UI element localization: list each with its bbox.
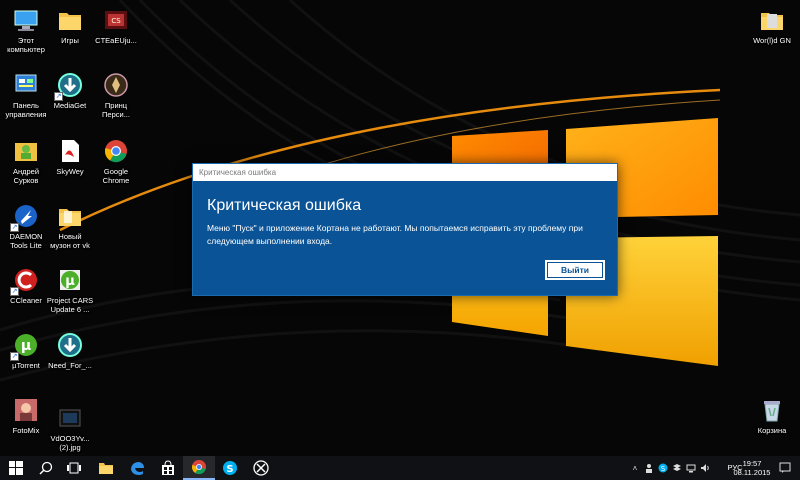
svg-text:µ: µ (65, 274, 75, 289)
utorrent-icon: µ ↗ (10, 331, 40, 361)
chevron-up-icon[interactable]: ˄ (628, 456, 642, 480)
taskbar-store[interactable] (152, 456, 184, 480)
start-icon (9, 461, 23, 475)
taskbar-skype[interactable]: S (214, 456, 246, 480)
desktop-icon-label: DAEMON Tools Lite (9, 232, 43, 250)
desktop-icon-label: Этот компьютер (7, 36, 45, 54)
fotomix-icon (12, 396, 40, 424)
taskbar-xbox[interactable] (245, 456, 277, 480)
folder-icon (56, 202, 84, 230)
desktop-icon-need-for[interactable]: Need_For_... (44, 331, 96, 370)
dialog-message: Меню "Пуск" и приложение Кортана не рабо… (207, 223, 583, 246)
desktop-icon-prince-of-persia[interactable]: Принц Перси... (90, 71, 142, 119)
desktop-icon-label: Google Chrome (102, 167, 130, 185)
user-folder-icon (12, 137, 40, 165)
svg-text:S: S (226, 464, 233, 475)
notification-icon (779, 462, 791, 473)
desktop-icon-label: Принц Перси... (102, 101, 130, 119)
chrome-icon (191, 460, 206, 475)
svg-text:CS: CS (111, 17, 121, 25)
taskbar-clock[interactable]: 19:57 08.11.2015 (732, 459, 772, 477)
sign-out-button[interactable]: Выйти (545, 260, 605, 280)
shortcut-arrow-icon: ↗ (10, 287, 19, 296)
desktop-icon-label: FotoMix (12, 426, 40, 435)
desktop-icon-skywey[interactable]: SkyWey (44, 137, 96, 176)
daemon-tools-icon: ↗ (10, 202, 40, 232)
skype-icon: S (223, 461, 237, 475)
start-button[interactable] (0, 456, 32, 480)
svg-text:S: S (661, 465, 666, 473)
desktop-icon-label: Wor(l)d GN (753, 36, 791, 45)
prince-icon (102, 71, 130, 99)
mediaget-icon (56, 331, 84, 359)
mediaget-icon: ↗ (54, 71, 84, 101)
dropbox-icon[interactable] (670, 456, 684, 480)
volume-icon[interactable] (698, 456, 712, 480)
file-explorer-icon (99, 463, 113, 474)
shortcut-arrow-icon: ↗ (10, 223, 19, 232)
image-file-icon (56, 404, 84, 432)
taskbar: S ˄ S РУС 19:57 08.11.2015 (0, 456, 800, 480)
critical-error-dialog: Критическая ошибка Критическая ошибка Ме… (192, 163, 618, 296)
system-tray: ˄ S (628, 456, 712, 480)
task-view-icon (67, 462, 81, 474)
desktop-icon-label: MediaGet (53, 101, 87, 110)
desktop-icon-world-gn[interactable]: Wor(l)d GN (746, 6, 798, 45)
desktop-icon-label: VdOO3Yv... (2).jpg (50, 434, 90, 452)
svg-text:µ: µ (21, 338, 31, 354)
desktop-icon-label: Панель управления (5, 101, 47, 119)
desktop-icon-label: Андрей Сурков (12, 167, 40, 185)
desktop-icon-label: CCleaner (10, 296, 42, 305)
control-panel-icon (12, 71, 40, 99)
taskbar-file-explorer[interactable] (90, 456, 122, 480)
desktop-icon-label: Новый музон от vk (50, 232, 90, 250)
shortcut-arrow-icon: ↗ (10, 352, 19, 361)
store-icon (162, 460, 174, 475)
people-icon[interactable] (642, 456, 656, 480)
desktop-icon-label: Need_For_... (48, 361, 92, 370)
search-icon (39, 461, 53, 475)
utorrent-icon: µ (56, 266, 84, 294)
desktop-icon-jpg-file[interactable]: VdOO3Yv... (2).jpg (44, 404, 96, 452)
shortcut-arrow-icon: ↗ (54, 92, 63, 101)
recycle-bin-icon (758, 396, 786, 424)
clock-time: 19:57 (742, 459, 762, 468)
desktop-icon-google-chrome[interactable]: Google Chrome (90, 137, 142, 185)
computer-icon (12, 6, 40, 34)
taskbar-edge[interactable] (121, 456, 153, 480)
desktop-icon-label: Корзина (757, 426, 787, 435)
game-icon: CS (102, 6, 130, 34)
xbox-icon (253, 460, 269, 476)
pdf-icon (56, 137, 84, 165)
desktop-icon-new-music-folder[interactable]: Новый музон от vk (44, 202, 96, 250)
network-icon[interactable] (684, 456, 698, 480)
desktop-icon-mediaget[interactable]: ↗ MediaGet (44, 71, 96, 110)
desktop-icon-label: µTorrent (12, 361, 40, 370)
desktop-icon-label: Project CARS Update 6 ... (46, 296, 94, 314)
chrome-icon (102, 137, 130, 165)
desktop-icon-recycle-bin[interactable]: Корзина (746, 396, 798, 435)
taskbar-chrome[interactable] (183, 456, 215, 480)
dialog-titlebar[interactable]: Критическая ошибка (193, 164, 617, 181)
folder-icon (56, 6, 84, 34)
clock-date: 08.11.2015 (733, 468, 771, 477)
desktop-icon-cteaeuju[interactable]: CS CTEaEUju... (90, 6, 142, 45)
action-center-button[interactable] (776, 456, 794, 480)
desktop-icon-label: CTEaEUju... (95, 36, 137, 45)
skype-tray-icon[interactable]: S (656, 456, 670, 480)
edge-icon (131, 462, 144, 475)
task-view-button[interactable] (58, 456, 90, 480)
desktop-icon-label: Игры (61, 36, 79, 45)
desktop-icon-games-folder[interactable]: Игры (44, 6, 96, 45)
dialog-heading: Критическая ошибка (207, 197, 362, 214)
folder-icon (758, 6, 786, 34)
ccleaner-icon: ↗ (10, 266, 40, 296)
desktop-icon-project-cars[interactable]: µ Project CARS Update 6 ... (44, 266, 96, 314)
desktop-icon-label: SkyWey (56, 167, 84, 176)
